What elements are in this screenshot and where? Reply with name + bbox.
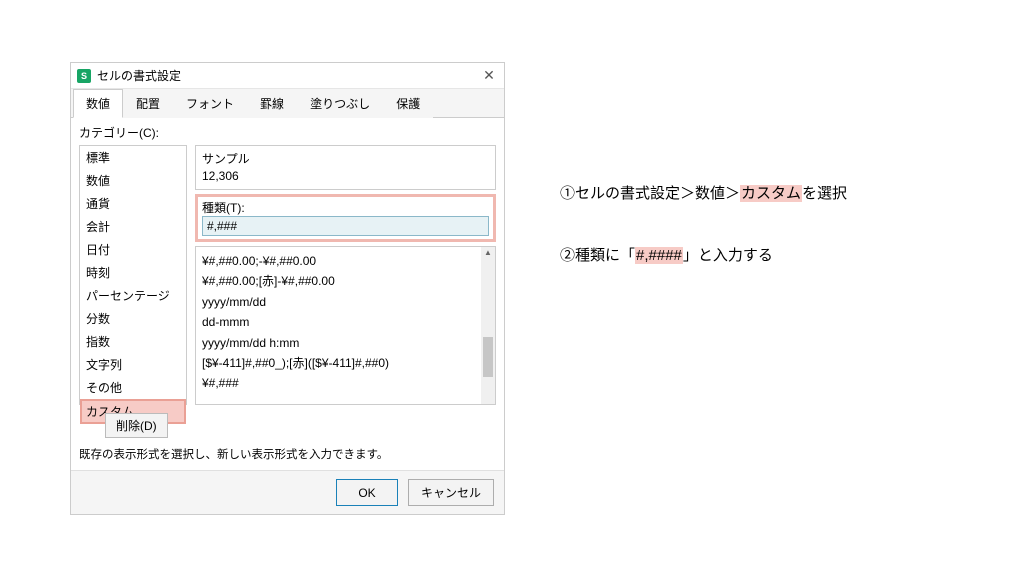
format-item[interactable]: dd-mmm bbox=[202, 312, 475, 332]
tab-strip: 数値 配置 フォント 罫線 塗りつぶし 保護 bbox=[71, 89, 504, 118]
category-item[interactable]: その他 bbox=[80, 376, 186, 399]
format-item[interactable]: ¥#,### bbox=[202, 373, 475, 393]
instruction-step-1: ①セルの書式設定＞数値＞カスタムを選択 bbox=[560, 182, 847, 206]
format-item[interactable]: ¥#,##0.00;[赤]-¥#,##0.00 bbox=[202, 271, 475, 291]
dialog-title: セルの書式設定 bbox=[97, 67, 480, 84]
delete-button[interactable]: 削除(D) bbox=[105, 413, 168, 438]
tab-fill[interactable]: 塗りつぶし bbox=[297, 89, 383, 118]
type-input[interactable] bbox=[202, 216, 489, 236]
sample-box: サンプル 12,306 bbox=[195, 145, 496, 190]
category-item[interactable]: 通貨 bbox=[80, 192, 186, 215]
format-item[interactable]: [$¥-411]#,##0_);[赤]([$¥-411]#,##0) bbox=[202, 353, 475, 373]
category-item[interactable]: パーセンテージ bbox=[80, 284, 186, 307]
dialog-buttons: OK キャンセル bbox=[71, 470, 504, 514]
tab-number[interactable]: 数値 bbox=[73, 89, 123, 118]
scroll-thumb[interactable] bbox=[483, 337, 493, 377]
scrollbar[interactable]: ▲ bbox=[481, 247, 495, 404]
dialog-body: カテゴリー(C): 標準 数値 通貨 会計 日付 時刻 パーセンテージ 分数 指… bbox=[71, 118, 504, 470]
category-item[interactable]: 時刻 bbox=[80, 261, 186, 284]
tab-border[interactable]: 罫線 bbox=[247, 89, 297, 118]
category-item[interactable]: 文字列 bbox=[80, 353, 186, 376]
format-list[interactable]: ¥#,##0.00;-¥#,##0.00 ¥#,##0.00;[赤]-¥#,##… bbox=[196, 247, 481, 404]
type-box: 種類(T): bbox=[195, 194, 496, 242]
category-list[interactable]: 標準 数値 通貨 会計 日付 時刻 パーセンテージ 分数 指数 文字列 その他 … bbox=[79, 145, 187, 405]
category-label: カテゴリー(C): bbox=[79, 124, 496, 141]
tab-protection[interactable]: 保護 bbox=[383, 89, 433, 118]
category-item[interactable]: 分数 bbox=[80, 307, 186, 330]
format-item[interactable]: ¥#,##0.00;-¥#,##0.00 bbox=[202, 251, 475, 271]
category-item[interactable]: 標準 bbox=[80, 146, 186, 169]
tab-alignment[interactable]: 配置 bbox=[123, 89, 173, 118]
ok-button[interactable]: OK bbox=[336, 479, 398, 506]
category-item[interactable]: 会計 bbox=[80, 215, 186, 238]
tab-font[interactable]: フォント bbox=[173, 89, 247, 118]
type-label: 種類(T): bbox=[202, 199, 489, 216]
format-item[interactable]: yyyy/mm/dd h:mm bbox=[202, 333, 475, 353]
close-icon[interactable]: ✕ bbox=[480, 67, 498, 85]
instruction-step-2: ②種類に「#,####」と入力する bbox=[560, 244, 847, 268]
format-item[interactable]: yyyy/mm/dd bbox=[202, 292, 475, 312]
scroll-up-icon[interactable]: ▲ bbox=[484, 249, 492, 257]
hint-text: 既存の表示形式を選択し、新しい表示形式を入力できます。 bbox=[79, 446, 496, 462]
category-item[interactable]: 数値 bbox=[80, 169, 186, 192]
app-icon: S bbox=[77, 69, 91, 83]
format-list-wrap: ¥#,##0.00;-¥#,##0.00 ¥#,##0.00;[赤]-¥#,##… bbox=[195, 246, 496, 405]
instructions: ①セルの書式設定＞数値＞カスタムを選択 ②種類に「#,####」と入力する bbox=[560, 182, 847, 306]
category-item[interactable]: 指数 bbox=[80, 330, 186, 353]
cancel-button[interactable]: キャンセル bbox=[408, 479, 494, 506]
sample-label: サンプル bbox=[202, 150, 489, 167]
format-cells-dialog: S セルの書式設定 ✕ 数値 配置 フォント 罫線 塗りつぶし 保護 カテゴリー… bbox=[70, 62, 505, 515]
sample-value: 12,306 bbox=[202, 169, 489, 183]
category-item[interactable]: 日付 bbox=[80, 238, 186, 261]
titlebar: S セルの書式設定 ✕ bbox=[71, 63, 504, 89]
